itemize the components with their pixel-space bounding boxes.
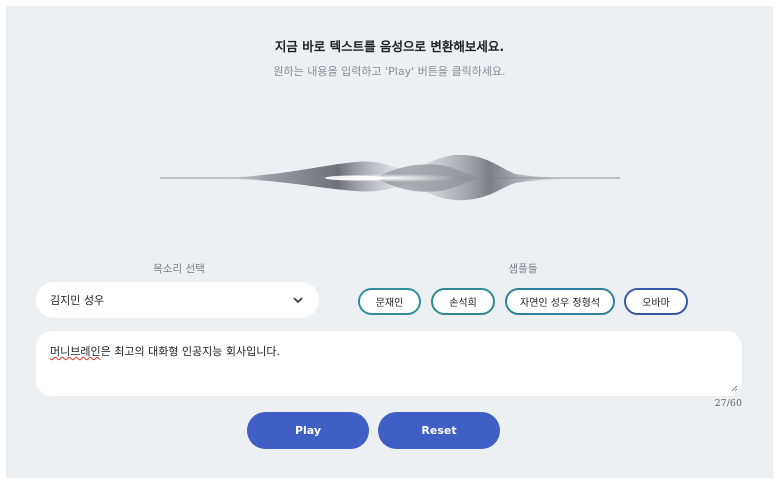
input-text: 은 최고의 대화형 인공지능 회사입니다. bbox=[100, 345, 281, 358]
sample-button-obama[interactable]: 오바마 bbox=[624, 288, 688, 315]
page-subtitle: 원하는 내용을 입력하고 'Play' 버튼을 클릭하세요. bbox=[273, 65, 506, 78]
page-title: 지금 바로 텍스트를 음성으로 변환해보세요. bbox=[274, 39, 505, 54]
play-button[interactable]: Play bbox=[247, 412, 369, 449]
sound-wave-visualizer bbox=[160, 154, 620, 201]
sample-button-son[interactable]: 손석희 bbox=[431, 288, 495, 315]
voice-select-dropdown[interactable]: 김지민 성우 bbox=[36, 282, 319, 318]
sample-button-jung[interactable]: 자연인 성우 정형석 bbox=[505, 288, 615, 315]
input-text-misspelled: 머니브레인 bbox=[50, 345, 101, 358]
voice-select-label: 목소리 선택 bbox=[153, 263, 205, 275]
resize-handle-icon[interactable] bbox=[731, 385, 738, 392]
sample-button-moon[interactable]: 문재인 bbox=[358, 288, 421, 315]
character-counter: 27/60 bbox=[714, 398, 742, 409]
reset-button[interactable]: Reset bbox=[378, 412, 500, 449]
chevron-down-icon bbox=[293, 297, 303, 303]
text-input-area[interactable]: 머니브레인은 최고의 대화형 인공지능 회사입니다. bbox=[36, 331, 742, 396]
samples-label: 샘플들 bbox=[508, 263, 538, 275]
voice-select-value: 김지민 성우 bbox=[50, 294, 105, 307]
